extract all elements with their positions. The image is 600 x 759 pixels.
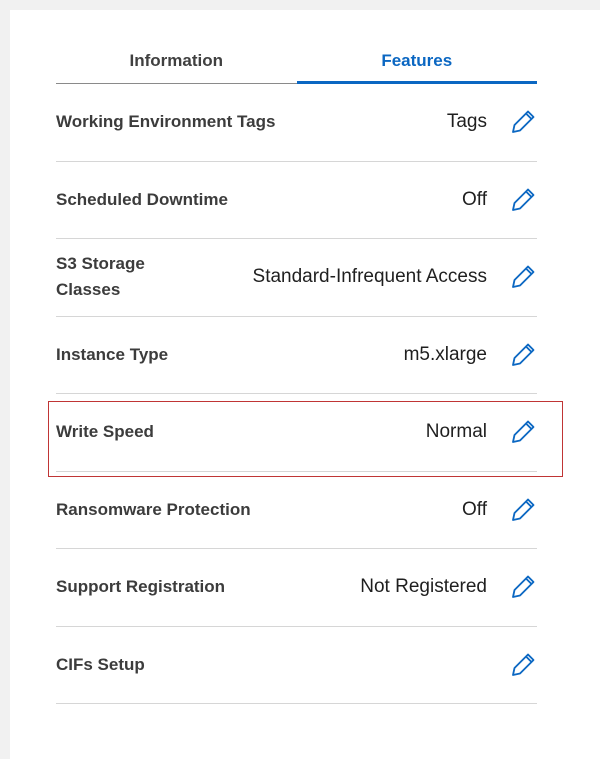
pencil-icon[interactable]: [509, 263, 537, 291]
row-label: Write Speed: [56, 422, 154, 442]
row-label: S3 Storage Classes: [56, 254, 145, 300]
row-s3-storage-classes: S3 Storage Classes Standard-Infrequent A…: [56, 239, 537, 317]
pencil-icon[interactable]: [509, 341, 537, 369]
pencil-icon[interactable]: [509, 651, 537, 679]
pencil-icon[interactable]: [509, 186, 537, 214]
pencil-icon[interactable]: [509, 573, 537, 601]
row-label: Ransomware Protection: [56, 499, 251, 519]
row-scheduled-downtime: Scheduled Downtime Off: [56, 162, 537, 239]
row-label: Working Environment Tags: [56, 112, 276, 132]
row-label: CIFs Setup: [56, 654, 145, 674]
row-working-environment-tags: Working Environment Tags Tags: [56, 84, 537, 162]
tab-features[interactable]: Features: [296, 48, 537, 84]
row-value: m5.xlarge: [403, 343, 487, 365]
row-value: Normal: [425, 421, 487, 443]
pencil-icon[interactable]: [509, 496, 537, 524]
row-value: Off: [462, 498, 487, 520]
row-support-registration: Support Registration Not Registered: [56, 549, 537, 627]
row-instance-type: Instance Type m5.xlarge: [56, 317, 537, 394]
row-label: Support Registration: [56, 577, 226, 597]
row-label: Scheduled Downtime: [56, 189, 228, 209]
tab-information[interactable]: Information: [56, 48, 297, 84]
pencil-icon[interactable]: [509, 108, 537, 136]
row-value: Off: [462, 188, 487, 210]
row-value: Tags: [446, 111, 487, 133]
row-value: Standard-Infrequent Access: [252, 266, 487, 288]
tab-bar: Information Features: [56, 48, 537, 84]
row-cifs-setup: CIFs Setup: [56, 627, 537, 704]
feature-list: Working Environment Tags Tags Scheduled …: [56, 84, 537, 704]
row-write-speed: Write Speed Normal: [56, 394, 537, 472]
pencil-icon[interactable]: [509, 418, 537, 446]
row-label: Instance Type: [56, 344, 169, 364]
row-value: Not Registered: [360, 576, 487, 598]
row-ransomware-protection: Ransomware Protection Off: [56, 472, 537, 549]
